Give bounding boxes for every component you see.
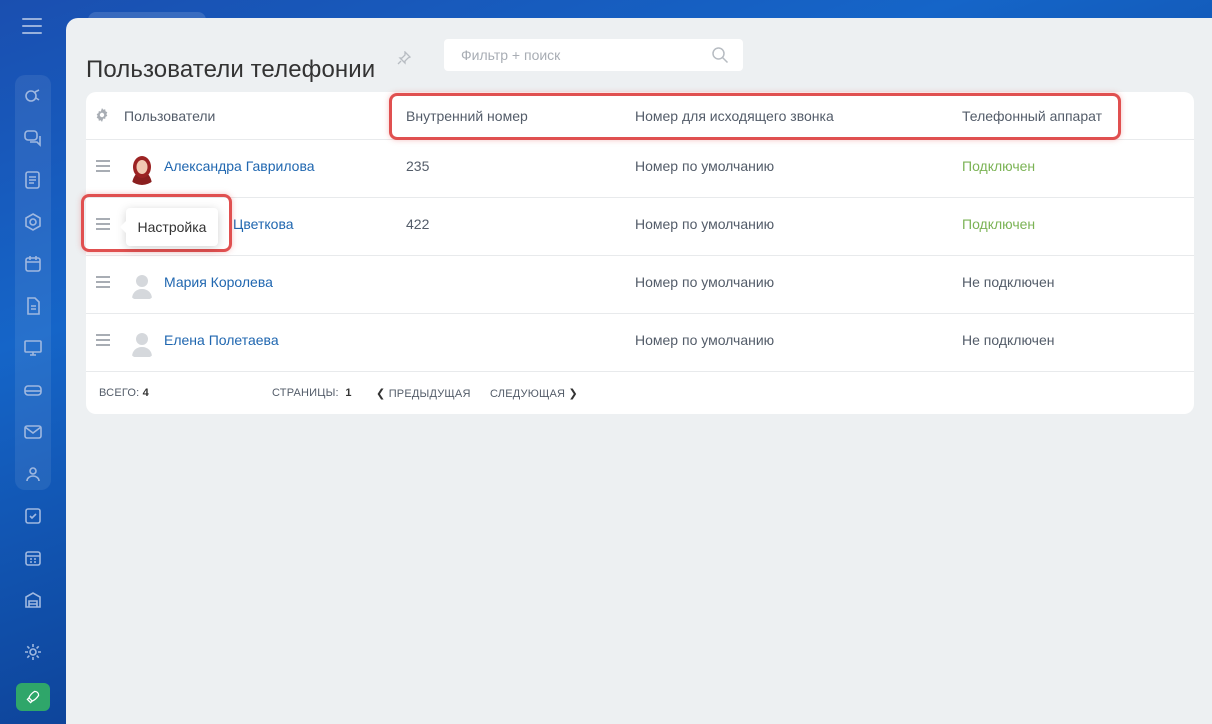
page-title: Пользователи телефонии (86, 56, 376, 84)
outgoing-number: Номер по умолчанию (635, 332, 775, 348)
rocket-icon[interactable] (16, 683, 50, 711)
search-icon[interactable] (711, 46, 729, 64)
pin-icon[interactable] (397, 51, 411, 65)
user-name-link[interactable]: Александра Гаврилова (164, 158, 315, 174)
contacts-icon[interactable] (21, 462, 45, 486)
pages-info: СТРАНИЦЫ: 1 (272, 387, 352, 399)
column-header-users[interactable]: Пользователи (124, 108, 215, 124)
mail-icon[interactable] (21, 420, 45, 444)
table-row: Цветкова 422 Номер по умолчанию Подключе… (86, 198, 1194, 255)
search-input[interactable] (459, 39, 703, 71)
total-label: ВСЕГО: (99, 387, 140, 399)
document-icon[interactable] (21, 294, 45, 318)
device-status: Подключен (962, 158, 1036, 174)
table-footer: ВСЕГО: 4 СТРАНИЦЫ: 1 ❮ ПРЕДЫДУЩАЯ СЛЕДУЮ… (86, 372, 1194, 414)
extension-number: 422 (406, 216, 430, 232)
page-number[interactable]: 1 (345, 387, 351, 399)
highlight-columns (389, 93, 1121, 140)
users-table: Пользователи Внутренний номер Номер для … (86, 92, 1194, 414)
calendar-icon[interactable] (21, 252, 45, 276)
next-page-button[interactable]: СЛЕДУЮЩАЯ ❯ (490, 387, 578, 400)
pages-label: СТРАНИЦЫ: (272, 387, 339, 399)
settings-icon[interactable] (21, 640, 45, 664)
drag-handle-icon[interactable] (96, 276, 110, 288)
storage-icon[interactable] (21, 378, 45, 402)
outgoing-number: Номер по умолчанию (635, 216, 775, 232)
settings-tooltip: Настройка (120, 208, 218, 246)
avatar[interactable] (126, 153, 158, 185)
chevron-left-icon: ❮ (376, 388, 386, 400)
device-status: Не подключен (962, 332, 1055, 348)
device-status: Подключен (962, 216, 1036, 232)
avatar[interactable] (126, 269, 158, 301)
presentation-icon[interactable] (21, 336, 45, 360)
extension-number: 235 (406, 158, 430, 174)
activity-icon[interactable] (21, 84, 45, 108)
device-status: Не подключен (962, 274, 1055, 290)
user-name-link[interactable]: Елена Полетаева (164, 332, 279, 348)
avatar[interactable] (126, 327, 158, 359)
drag-handle-icon[interactable] (96, 334, 110, 346)
search-field (444, 39, 743, 71)
table-row: Мария Королева Номер по умолчанию Не под… (86, 256, 1194, 313)
table-row: Елена Полетаева Номер по умолчанию Не по… (86, 314, 1194, 371)
chat-icon[interactable] (21, 126, 45, 150)
menu-icon[interactable] (22, 18, 42, 34)
drag-handle-icon[interactable] (96, 160, 110, 172)
crm-icon[interactable] (21, 210, 45, 234)
outgoing-number: Номер по умолчанию (635, 274, 775, 290)
tasks-icon[interactable] (21, 504, 45, 528)
left-sidebar (0, 0, 66, 724)
table-row: Александра Гаврилова 235 Номер по умолча… (86, 140, 1194, 197)
total-count: ВСЕГО: 4 (99, 387, 149, 399)
feed-icon[interactable] (21, 168, 45, 192)
outgoing-number: Номер по умолчанию (635, 158, 775, 174)
user-name-link[interactable]: Мария Королева (164, 274, 273, 290)
chevron-right-icon: ❯ (568, 388, 578, 400)
prev-page-button[interactable]: ❮ ПРЕДЫДУЩАЯ (376, 387, 471, 400)
warehouse-icon[interactable] (21, 588, 45, 612)
next-label: СЛЕДУЮЩАЯ (490, 388, 566, 400)
gear-icon[interactable] (95, 108, 109, 122)
calendar-grid-icon[interactable] (21, 546, 45, 570)
total-value: 4 (142, 387, 149, 399)
user-name-link[interactable]: Цветкова (233, 216, 294, 232)
prev-label: ПРЕДЫДУЩАЯ (388, 388, 471, 400)
